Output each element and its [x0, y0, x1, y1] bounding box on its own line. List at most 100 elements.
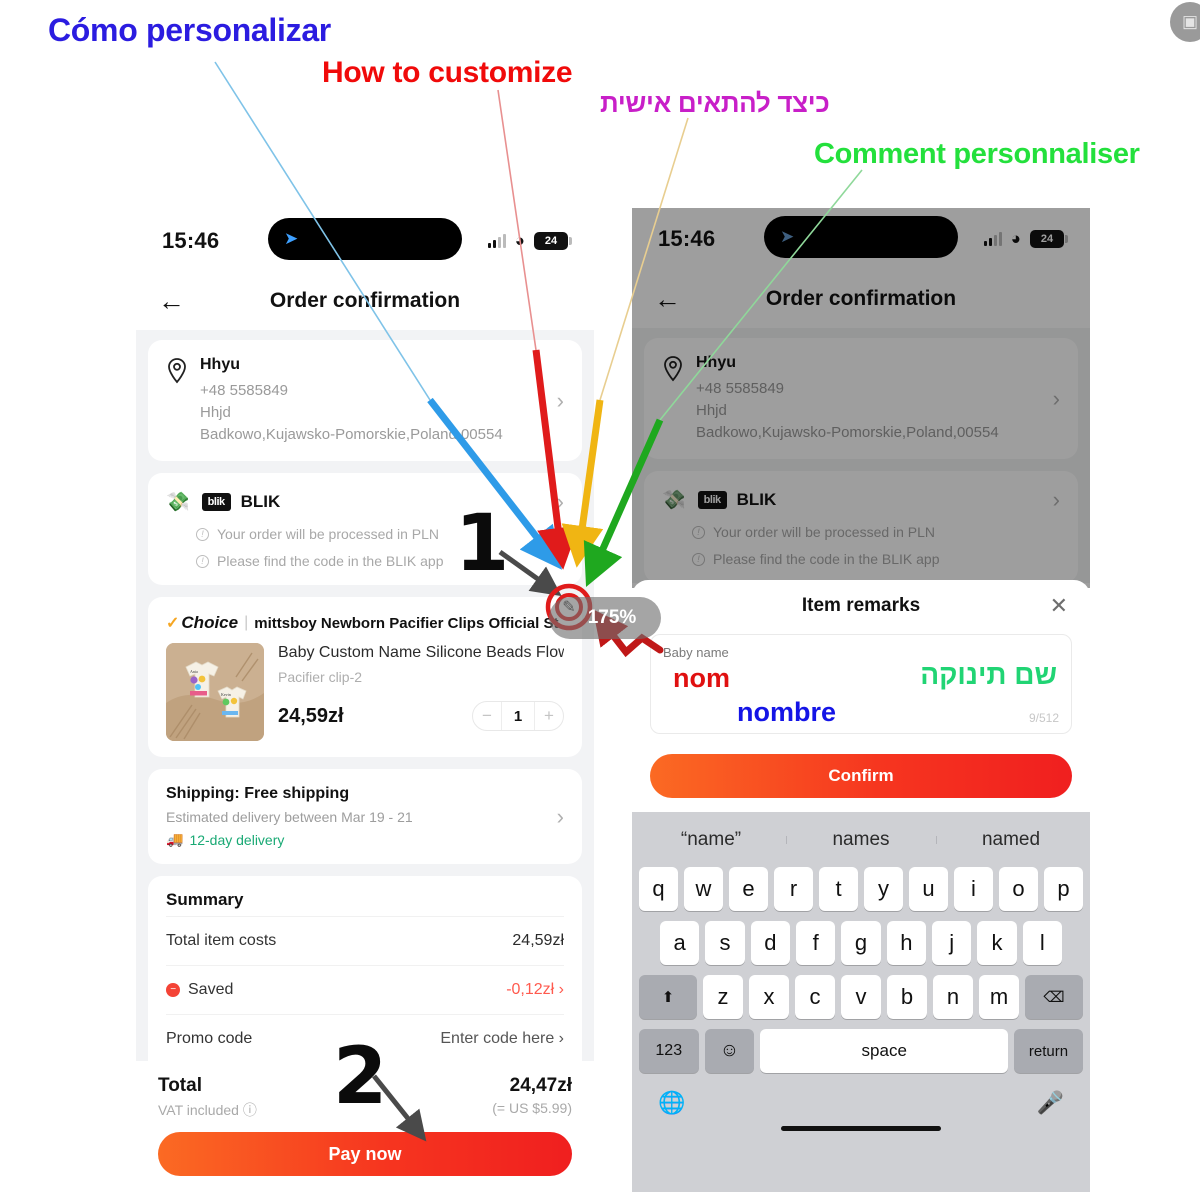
key-j[interactable]: j [931, 921, 972, 965]
key-w[interactable]: w [684, 867, 723, 911]
step-number-1: 1 [455, 499, 510, 589]
payment-method-card[interactable]: 💸 blik BLIK › ! Your order will be proce… [148, 473, 582, 586]
screenshot-canvas: Cómo personalizar How to customize כיצד … [0, 0, 1200, 1200]
wifi-icon: ◕ [514, 231, 525, 250]
key-x[interactable]: x [749, 975, 789, 1019]
summary-row: Total item costs 24,59zł [166, 916, 564, 965]
key-p[interactable]: p [1044, 867, 1083, 911]
key-g[interactable]: g [841, 921, 881, 965]
key-y[interactable]: y [864, 867, 903, 911]
suggestion-item[interactable]: named [936, 829, 1086, 851]
key-s[interactable]: s [705, 921, 745, 965]
microphone-icon[interactable]: 🎤 [1037, 1090, 1064, 1116]
close-x-icon[interactable]: ✕ [1050, 593, 1068, 619]
payment-note-text: Please find the code in the BLIK app [217, 553, 444, 570]
summary-value[interactable]: -0,12zł › [506, 981, 564, 999]
battery-indicator: 24 [1030, 230, 1068, 248]
key-e[interactable]: e [729, 867, 768, 911]
key-h[interactable]: h [886, 921, 926, 965]
backspace-icon[interactable]: ⌫ [1025, 975, 1083, 1019]
key-n[interactable]: n [933, 975, 973, 1019]
total-usd: (= US $5.99) [492, 1100, 572, 1116]
map-pin-icon [166, 358, 192, 389]
address-line3: Badkowo,Kujawsko-Pomorskie,Poland,00554 [696, 423, 999, 441]
return-key[interactable]: return [1014, 1029, 1084, 1073]
key-a[interactable]: a [660, 921, 700, 965]
chevron-right-icon[interactable]: › [557, 804, 564, 830]
total-amount: 24,47zł [509, 1075, 572, 1096]
shift-up-icon[interactable]: ⬆ [639, 975, 697, 1019]
location-arrow-icon: ➤ [780, 227, 795, 246]
chevron-right-icon[interactable]: › [557, 388, 564, 414]
translate-icon[interactable]: ▣ [1170, 2, 1200, 42]
choice-label: Choice [181, 613, 239, 633]
key-f[interactable]: f [796, 921, 836, 965]
key-b[interactable]: b [887, 975, 927, 1019]
map-pin-icon [662, 356, 688, 387]
overlay-word-spanish: nombre [737, 697, 837, 727]
chevron-right-icon[interactable]: › [557, 489, 564, 515]
store-row[interactable]: ✓ Choice | mittsboy Newborn Pacifier Cli… [166, 613, 564, 643]
blik-logo: blik [697, 491, 727, 510]
payment-method-name: BLIK [736, 490, 777, 510]
baby-name-input[interactable]: Baby name nom שם תינוקה nombre 9/512 [650, 634, 1072, 734]
numbers-key[interactable]: 123 [639, 1029, 699, 1073]
shipping-speed: 🚚 12-day delivery [166, 831, 557, 848]
page-title: Order confirmation [765, 287, 957, 310]
address-phone: +48 5585849 [200, 382, 289, 399]
key-i[interactable]: i [954, 867, 993, 911]
key-m[interactable]: m [979, 975, 1019, 1019]
summary-title: Summary [166, 890, 244, 910]
decrease-quantity-button[interactable]: − [473, 706, 501, 726]
vat-note: VAT included ⓘ [158, 1100, 492, 1120]
key-r[interactable]: r [774, 867, 813, 911]
space-key[interactable]: space [760, 1029, 1008, 1073]
suggestion-item[interactable]: “name” [636, 829, 786, 851]
payment-method-name: BLIK [240, 492, 281, 512]
divider: | [244, 614, 249, 632]
address-card[interactable]: Hhyu +48 5585849 Hhjd Badkowo,Kujawsko-P… [644, 338, 1078, 460]
address-card[interactable]: Hhyu +48 5585849 Hhjd Badkowo,Kujawsko-P… [148, 340, 582, 462]
address-phone: +48 5585849 [696, 380, 785, 397]
globe-language-icon[interactable]: 🌐 [658, 1090, 685, 1116]
summary-label-text: Saved [188, 981, 234, 999]
check-icon: ✓ [166, 615, 180, 633]
chevron-right-icon[interactable]: › [1053, 487, 1060, 513]
key-o[interactable]: o [999, 867, 1038, 911]
key-c[interactable]: c [795, 975, 835, 1019]
summary-row-saved[interactable]: − Saved -0,12zł › [166, 965, 564, 1014]
key-u[interactable]: u [909, 867, 948, 911]
quantity-stepper[interactable]: − 1 + [472, 701, 564, 732]
product-title: Baby Custom Name Silicone Beads Flower..… [278, 644, 564, 662]
shipping-title: Shipping: Free shipping [166, 785, 350, 803]
keyboard-bottom-row: 🌐 🎤 [636, 1078, 1086, 1120]
key-v[interactable]: v [841, 975, 881, 1019]
key-t[interactable]: t [819, 867, 858, 911]
suggestion-item[interactable]: names [786, 829, 936, 851]
key-l[interactable]: l [1022, 921, 1062, 965]
pay-now-button[interactable]: Pay now [158, 1132, 572, 1176]
info-icon[interactable]: ⓘ [243, 1102, 257, 1118]
status-time: 15:46 [658, 226, 716, 251]
confirm-button[interactable]: Confirm [650, 754, 1072, 798]
choice-badge: ✓ Choice [166, 613, 238, 633]
summary-value[interactable]: Enter code here › [440, 1030, 564, 1048]
summary-label: Promo code [166, 1030, 253, 1048]
key-q[interactable]: q [639, 867, 678, 911]
chevron-right-icon[interactable]: › [1053, 386, 1060, 412]
blik-logo: blik [201, 493, 231, 512]
payment-method-card[interactable]: 💸 blik BLIK › ! Your order will be proce… [644, 471, 1078, 584]
key-d[interactable]: d [750, 921, 790, 965]
input-label: Baby name [663, 645, 729, 660]
saved-dot-icon: − [166, 983, 180, 998]
key-k[interactable]: k [977, 921, 1017, 965]
increase-quantity-button[interactable]: + [535, 706, 563, 726]
shipping-card[interactable]: Shipping: Free shipping Estimated delive… [148, 769, 582, 865]
info-icon: ! [196, 527, 209, 541]
emoji-smiley-icon[interactable]: ☺ [704, 1029, 755, 1073]
key-z[interactable]: z [703, 975, 743, 1019]
payment-note-text: Your order will be processed in PLN [713, 524, 936, 541]
summary-value: 24,59zł [512, 932, 564, 950]
product-thumbnail[interactable]: Ania Kevin [166, 643, 264, 742]
keyboard-row-4: 123 ☺ space return [636, 1024, 1086, 1078]
